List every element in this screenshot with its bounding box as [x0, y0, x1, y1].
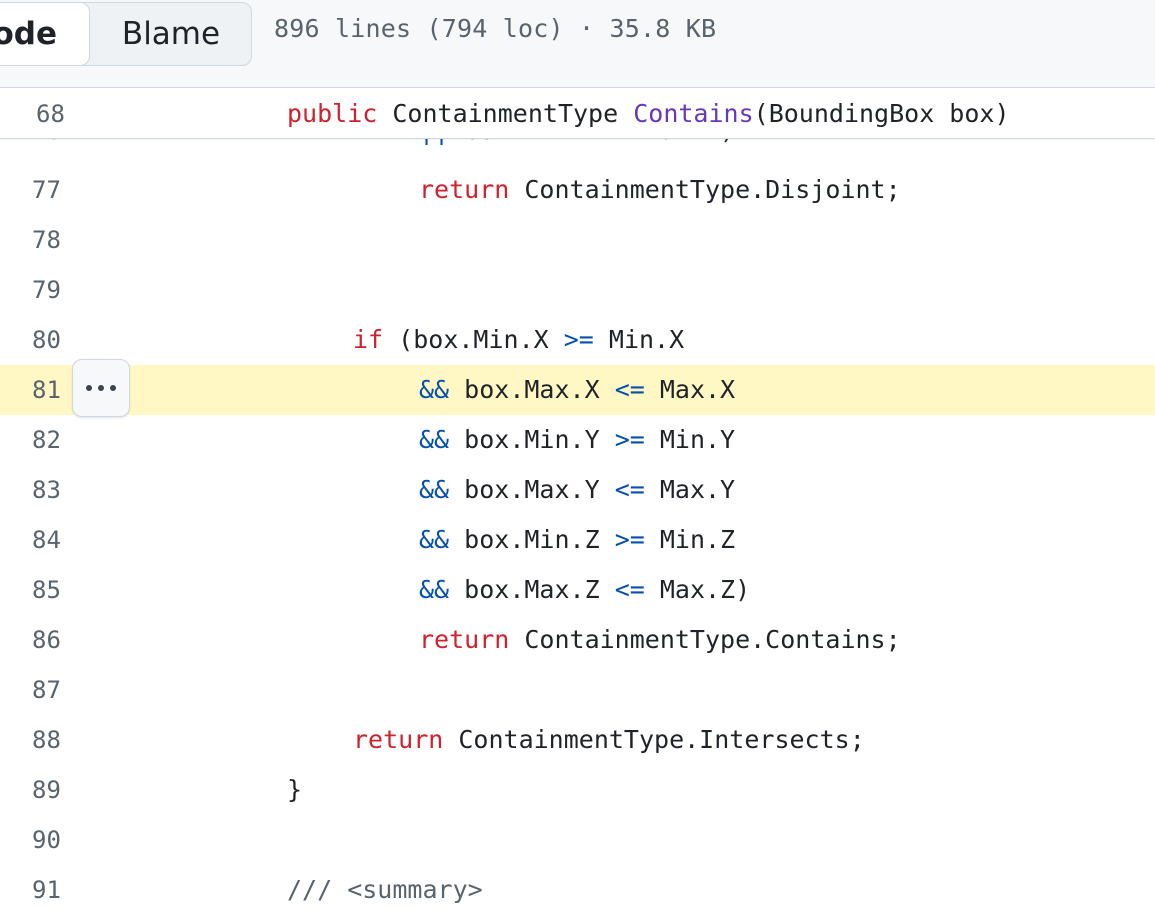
code-segment: box.Min.Z: [449, 525, 615, 554]
code-segment: box.Min.Y: [449, 425, 615, 454]
code-line-84: 84 && box.Min.Z >= Min.Z: [0, 515, 1155, 565]
code-line-88: 88 return ContainmentType.Intersects;: [0, 715, 1155, 765]
code-line-85: 85 && box.Max.Z <= Max.Z): [0, 565, 1155, 615]
code-line-87: 87: [0, 665, 1155, 715]
code-line-89: 89 }: [0, 765, 1155, 815]
code-segment: Min.X: [593, 325, 685, 354]
code-segment: box.Max.Y: [449, 475, 615, 504]
code-text: return ContainmentType.Intersects;: [353, 715, 865, 765]
keyword: if: [353, 325, 384, 354]
line-number[interactable]: 89: [32, 765, 92, 815]
operator: >=: [614, 525, 645, 554]
operator: <=: [614, 475, 645, 504]
code-line-91: 91 /// <summary>: [0, 865, 1155, 908]
code-line-79: 79: [0, 265, 1155, 315]
code-text: return ContainmentType.Disjoint;: [419, 165, 901, 215]
code-line-80: 80 if (box.Min.X >= Min.X: [0, 315, 1155, 365]
code-segment: ContainmentType.Contains;: [509, 625, 901, 654]
code-text: if (box.Min.X >= Min.X: [353, 315, 684, 365]
code-line-78: 78: [0, 215, 1155, 265]
keyword: return: [419, 625, 510, 654]
line-number[interactable]: 82: [32, 415, 92, 465]
line-number[interactable]: 83: [32, 465, 92, 515]
code-text: && box.Max.Y <= Max.Y: [419, 465, 735, 515]
code-line-81-highlighted: 81 && box.Max.X <= Max.X: [0, 365, 1155, 415]
line-number[interactable]: 87: [32, 665, 92, 715]
code-text: return ContainmentType.Contains;: [419, 615, 901, 665]
code-tab[interactable]: Code: [0, 3, 90, 65]
operator: &&: [419, 375, 450, 404]
code-text: && box.Max.Z <= Max.Z): [419, 565, 750, 615]
keyword: return: [419, 175, 510, 204]
operator: &&: [419, 475, 450, 504]
line-number[interactable]: 79: [32, 265, 92, 315]
code-line-77: 77 return ContainmentType.Disjoint;: [0, 165, 1155, 215]
code-segment: Max.Y: [644, 475, 736, 504]
operator: &&: [419, 525, 450, 554]
line-number[interactable]: 80: [32, 315, 92, 365]
code-line-86: 86 return ContainmentType.Contains;: [0, 615, 1155, 665]
code-segment: box.Max.Z: [449, 575, 615, 604]
kebab-horizontal-icon: [83, 385, 119, 391]
line-number[interactable]: 84: [32, 515, 92, 565]
blame-tab[interactable]: Blame: [89, 3, 251, 65]
line-number[interactable]: 90: [32, 815, 92, 865]
sticky-line-number[interactable]: 68: [36, 89, 96, 139]
code-segment: Min.Y: [644, 425, 736, 454]
line-number[interactable]: 88: [32, 715, 92, 765]
operator: &&: [419, 575, 450, 604]
operator: <=: [614, 575, 645, 604]
params: (BoundingBox box): [753, 99, 1010, 128]
operator: <=: [614, 375, 645, 404]
code-line-83: 83 && box.Max.Y <= Max.Y: [0, 465, 1155, 515]
operator: >=: [614, 425, 645, 454]
method-name: Contains: [633, 99, 754, 128]
line-number[interactable]: 85: [32, 565, 92, 615]
code-text: && box.Max.X <= Max.X: [419, 365, 735, 415]
code-segment: ContainmentType.Intersects;: [443, 725, 865, 754]
file-toolbar: Code Blame 896 lines (794 loc) · 35.8 KB: [0, 0, 1155, 88]
code-segment: box.Max.X: [449, 375, 615, 404]
operator: &&: [419, 425, 450, 454]
code-segment: Max.Z): [644, 575, 751, 604]
keyword: return: [353, 725, 444, 754]
line-number[interactable]: 91: [32, 865, 92, 908]
code-segment: (box.Min.X: [383, 325, 564, 354]
code-text: && box.Min.Z >= Min.Z: [419, 515, 735, 565]
code-text: && box.Min.Y >= Min.Y: [419, 415, 735, 465]
type-name: ContainmentType: [392, 99, 619, 128]
line-number[interactable]: 77: [32, 165, 92, 215]
code-segment: Max.X: [644, 375, 736, 404]
sticky-code: public ContainmentType Contains(Bounding…: [287, 89, 1010, 139]
code-text: }: [287, 775, 303, 804]
line-number[interactable]: 78: [32, 215, 92, 265]
code-segment: Min.Z: [644, 525, 736, 554]
line-options-button[interactable]: [72, 359, 130, 417]
code-line-90: 90: [0, 815, 1155, 865]
file-info: 896 lines (794 loc) · 35.8 KB: [274, 14, 717, 43]
operator: >=: [563, 325, 594, 354]
code-segment: ContainmentType.Disjoint;: [509, 175, 901, 204]
code-line-82: 82 && box.Min.Y >= Min.Y: [0, 415, 1155, 465]
view-toggle: Code Blame: [0, 2, 252, 66]
sticky-scope-header[interactable]: 68 public ContainmentType Contains(Bound…: [0, 89, 1155, 139]
code-comment: /// <summary>: [287, 875, 483, 904]
line-number[interactable]: 86: [32, 615, 92, 665]
keyword: public: [287, 99, 378, 128]
